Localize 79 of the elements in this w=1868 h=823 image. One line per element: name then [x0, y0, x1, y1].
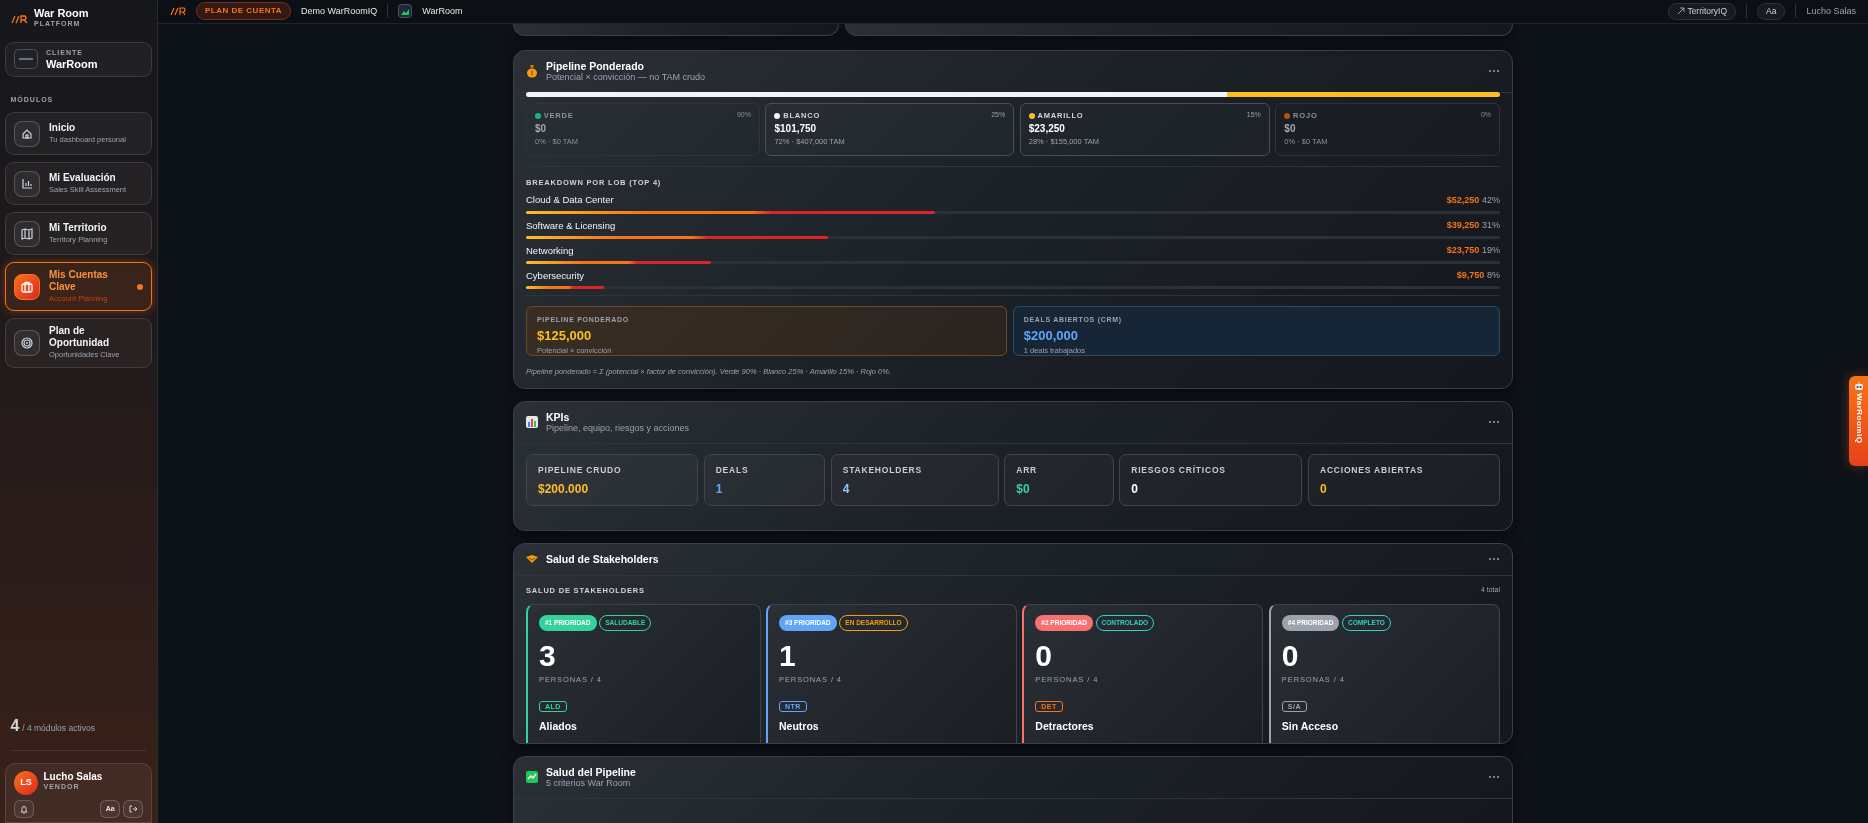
kpi-value: 1	[715, 480, 724, 498]
map-icon	[20, 226, 34, 241]
kpi-value: $200.000	[538, 480, 590, 498]
more-icon[interactable]	[1488, 557, 1500, 562]
kpi-label: ACCIONES ABIERTAS	[1320, 463, 1425, 477]
summary-value: $125,000	[537, 326, 593, 345]
card-subtitle: Potencial × convicción — no TAM crudo	[546, 72, 706, 84]
account-name: Demo WarRoomIQ	[301, 4, 378, 18]
kpi-label: PIPELINE CRUDO	[538, 463, 623, 477]
active-dot	[137, 283, 143, 290]
group-name: Aliados	[539, 719, 578, 735]
kpi-value: $0	[1016, 480, 1031, 498]
group-count: 1	[779, 640, 797, 671]
group-name: Detractores	[1035, 719, 1095, 735]
lob-amount: $39,250	[1446, 218, 1480, 232]
card-title: KPIs	[546, 410, 571, 424]
group-name: Neutros	[779, 719, 820, 735]
segment-amount: $23,250	[1028, 122, 1066, 137]
client-name: WarRoom	[422, 4, 463, 18]
money-bag-icon	[526, 64, 538, 79]
bar-chart-icon	[526, 416, 538, 429]
lob-name: Networking	[526, 243, 574, 258]
client-logo-icon	[14, 49, 38, 69]
kpi-label: STAKEHOLDERS	[842, 463, 924, 477]
module-count: 4	[10, 715, 20, 736]
card-title: Salud del Pipeline	[546, 765, 637, 779]
module-label: / 4 módulos activos	[22, 721, 95, 735]
more-icon[interactable]	[1488, 775, 1500, 780]
card-subtitle: 5 criterios War Room	[546, 778, 632, 790]
logout-button[interactable]	[123, 800, 143, 818]
segment-amount: $0	[1284, 122, 1297, 137]
user-name: Lucho Salas	[1806, 4, 1856, 18]
card-title: Pipeline Ponderado	[546, 59, 646, 73]
robot-icon	[1853, 382, 1864, 391]
group-name: Sin Acceso	[1281, 719, 1340, 735]
segment-amount: $0	[535, 122, 548, 137]
brand-name: War Room	[34, 8, 89, 19]
territory-link[interactable]: TerritoryIQ	[1667, 2, 1737, 20]
user-name: Lucho Salas	[43, 772, 103, 783]
lob-name: Software & Licensing	[526, 218, 616, 233]
client-name: WarRoom	[46, 58, 98, 70]
target-icon	[20, 335, 34, 350]
group-count: 0	[1281, 640, 1300, 671]
more-icon[interactable]	[1488, 420, 1500, 425]
lob-percent: 19%	[1482, 244, 1500, 258]
card-subtitle: Pipeline, equipo, riesgos y acciones	[546, 423, 691, 434]
summary-value: $200,000	[1023, 326, 1079, 345]
briefcase-icon	[20, 279, 34, 294]
bell-icon	[19, 804, 29, 814]
card-title: Salud de Stakeholders	[546, 552, 660, 566]
logo-icon	[10, 13, 29, 24]
lob-name: Cloud & Data Center	[526, 193, 614, 208]
kpi-label: ARR	[1016, 463, 1039, 477]
user-avatar: LS	[14, 770, 38, 795]
arrow-icon	[1676, 7, 1685, 16]
chart-check-icon	[526, 771, 538, 784]
kpi-value: 0	[1131, 480, 1139, 498]
lob-percent: 31%	[1482, 218, 1500, 232]
segment-amount: $101,750	[774, 122, 818, 137]
logo-icon	[170, 6, 186, 17]
kpi-value: 0	[1320, 480, 1328, 498]
plan-badge: PLAN DE CUENTA	[196, 2, 292, 21]
bar-chart-icon	[20, 176, 34, 191]
font-size-button[interactable]: Aa	[1757, 2, 1786, 20]
group-count: 3	[539, 640, 557, 671]
kpi-label: RIESGOS CRÍTICOS	[1131, 463, 1227, 477]
lob-amount: $52,250	[1446, 193, 1480, 207]
lob-amount: $9,750	[1456, 269, 1485, 283]
notifications-button[interactable]	[14, 800, 34, 818]
kpi-value: 4	[842, 480, 851, 498]
group-count: 0	[1035, 640, 1053, 671]
lob-percent: 8%	[1487, 269, 1500, 283]
lob-percent: 42%	[1482, 193, 1500, 207]
kpi-label: DEALS	[715, 463, 750, 477]
image-icon	[398, 4, 413, 19]
lob-name: Cybersecurity	[526, 269, 585, 284]
lob-amount: $23,750	[1446, 244, 1480, 258]
more-icon[interactable]	[1488, 69, 1500, 74]
logout-icon	[128, 804, 138, 814]
